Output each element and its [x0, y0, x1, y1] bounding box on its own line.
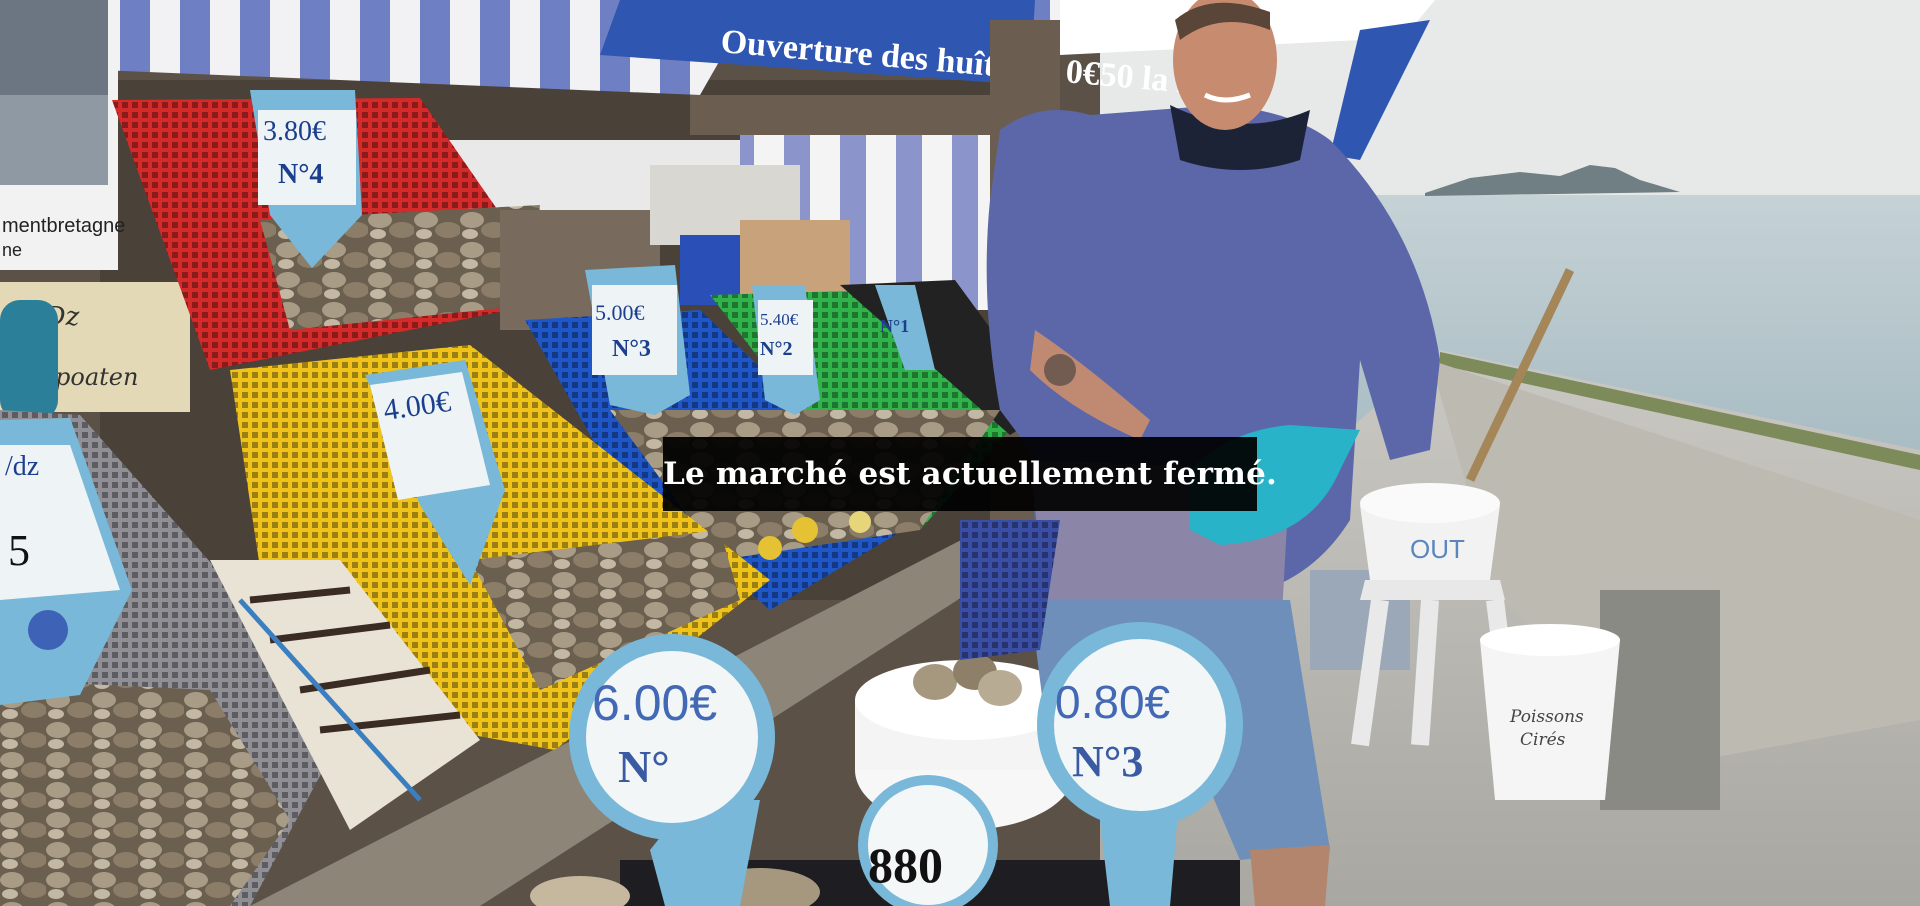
svg-text:6.00€: 6.00€ [592, 675, 717, 731]
svg-text:5.40€: 5.40€ [760, 310, 799, 329]
svg-text:5: 5 [8, 526, 30, 575]
svg-text:3.80€: 3.80€ [263, 116, 326, 147]
svg-text:/dz: /dz [5, 451, 39, 482]
svg-text:N°1: N°1 [880, 316, 909, 336]
svg-text:0.80€: 0.80€ [1055, 676, 1170, 728]
svg-text:N°3: N°3 [612, 336, 651, 362]
market-closed-message: Le marché est actuellement fermé. [663, 437, 1277, 511]
svg-text:N°2: N°2 [760, 338, 792, 360]
svg-text:ne: ne [2, 240, 22, 260]
svg-text:Poissons: Poissons [1509, 707, 1584, 727]
svg-text:N°: N° [618, 741, 670, 792]
svg-text:N°3: N°3 [1072, 737, 1143, 786]
svg-text:N°4: N°4 [278, 159, 323, 190]
svg-text:880: 880 [868, 837, 943, 893]
svg-text:poaten: poaten [55, 363, 138, 391]
svg-text:OUT: OUT [1410, 534, 1465, 564]
svg-text:mentbretagne: mentbretagne [2, 215, 125, 237]
photo-stage: Ouverture des huîtres : 0€50 la Dz mentb… [0, 0, 1920, 906]
svg-text:5.00€: 5.00€ [595, 300, 645, 325]
svg-text:Cirés: Cirés [1520, 730, 1566, 750]
